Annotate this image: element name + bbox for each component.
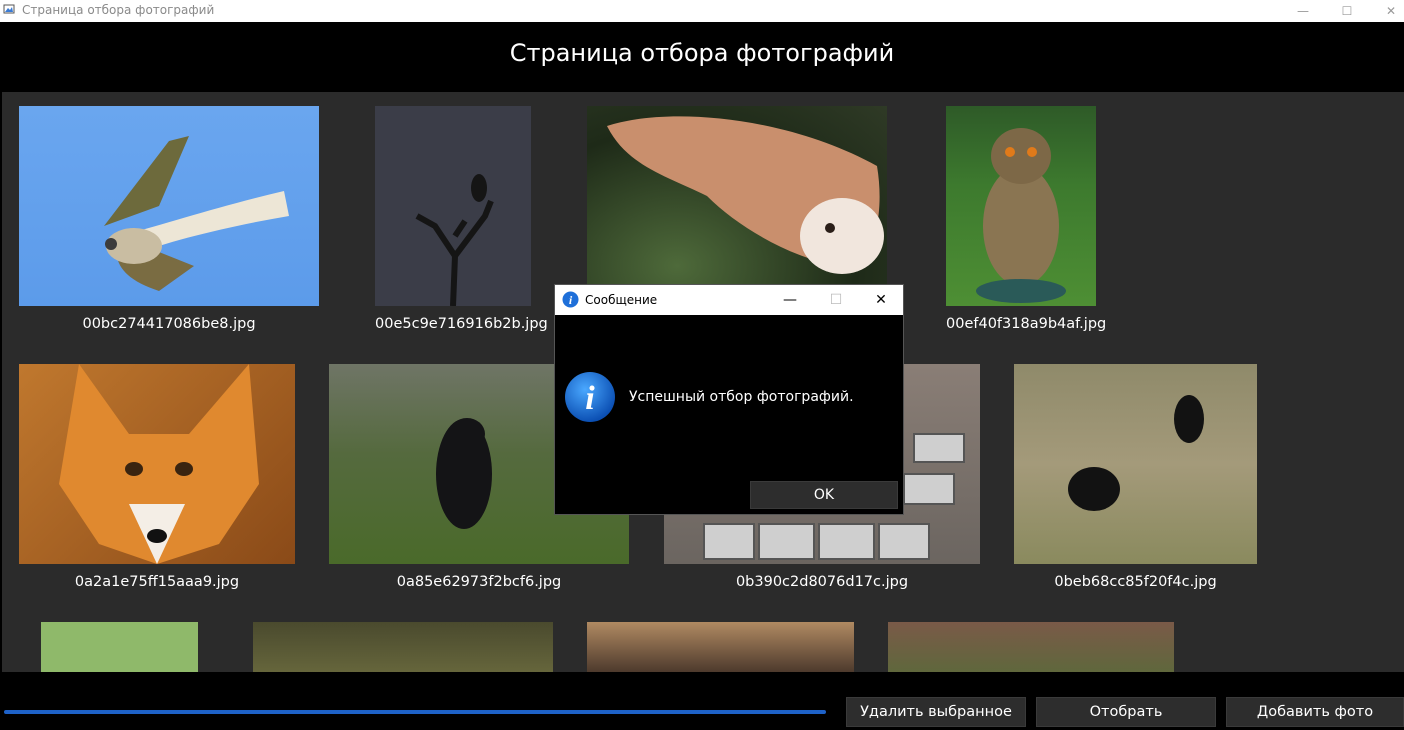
photo-thumbnail-eagle-owl[interactable] bbox=[946, 106, 1096, 306]
photo-thumbnail-fox[interactable] bbox=[19, 364, 295, 564]
photo-thumbnail-two-bears[interactable] bbox=[1014, 364, 1257, 564]
window-title: Страница отбора фотографий bbox=[22, 3, 215, 17]
photo-filename: 0beb68cc85f20f4c.jpg bbox=[1054, 574, 1217, 590]
photo-thumbnail-barn-owl[interactable] bbox=[587, 106, 887, 306]
dialog-close-button[interactable]: ✕ bbox=[858, 285, 904, 315]
photo-filename: 00bc274417086be8.jpg bbox=[82, 316, 256, 332]
photo-filename: 0a85e62973f2bcf6.jpg bbox=[396, 574, 562, 590]
message-dialog: i Сообщение — ☐ ✕ i Успешный отбор фотог… bbox=[554, 284, 904, 515]
dialog-title: Сообщение bbox=[585, 293, 658, 307]
close-button[interactable]: ✕ bbox=[1368, 0, 1404, 22]
photo-filename: 0b390c2d8076d17c.jpg bbox=[735, 574, 909, 590]
dialog-maximize-button: ☐ bbox=[829, 292, 843, 308]
photo-thumbnail-owl-on-tree[interactable] bbox=[375, 106, 531, 306]
dialog-minimize-button[interactable]: — bbox=[767, 285, 813, 315]
page-header: Страница отбора фотографий bbox=[0, 22, 1404, 92]
dialog-titlebar: i Сообщение — ☐ ✕ bbox=[555, 285, 903, 315]
info-small-icon: i bbox=[562, 291, 579, 308]
minimize-button[interactable]: — bbox=[1280, 0, 1326, 22]
ok-button[interactable]: OK bbox=[750, 481, 898, 509]
photo-filename: 0a2a1e75ff15aaa9.jpg bbox=[74, 574, 240, 590]
photo-thumbnail-kestrel[interactable] bbox=[19, 106, 319, 306]
progress-bar bbox=[4, 710, 826, 714]
info-icon: i bbox=[565, 372, 615, 422]
add-photo-button[interactable]: Добавить фото bbox=[1226, 697, 1404, 727]
photo-thumbnail-bear-closeup[interactable] bbox=[587, 622, 854, 672]
photo-thumbnail-grass[interactable] bbox=[41, 622, 198, 672]
window-titlebar: Страница отбора фотографий — ☐ ✕ bbox=[0, 0, 1404, 22]
dialog-message: Успешный отбор фотографий. bbox=[629, 389, 854, 405]
photo-thumbnail-brush[interactable] bbox=[888, 622, 1174, 672]
select-button[interactable]: Отобрать bbox=[1036, 697, 1216, 727]
photo-thumbnail-forest[interactable] bbox=[253, 622, 553, 672]
svg-text:i: i bbox=[585, 380, 595, 417]
photo-filename: 00e5c9e716916b2b.jpg bbox=[375, 316, 548, 332]
maximize-button[interactable]: ☐ bbox=[1324, 0, 1370, 22]
photo-filename: 00ef40f318a9b4af.jpg bbox=[946, 316, 1107, 332]
page-title: Страница отбора фотографий bbox=[509, 39, 895, 67]
delete-selected-button[interactable]: Удалить выбранное bbox=[846, 697, 1026, 727]
app-icon bbox=[3, 4, 15, 14]
